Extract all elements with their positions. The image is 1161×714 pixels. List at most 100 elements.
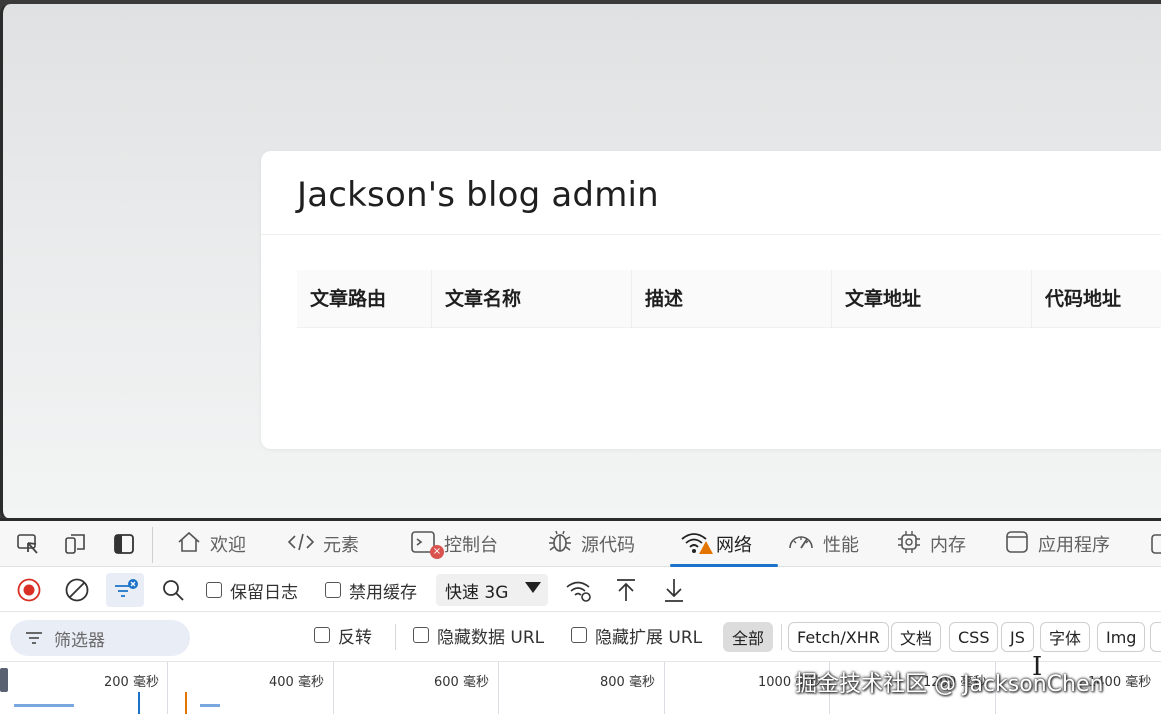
gauge-icon: [787, 529, 815, 560]
timeline-handle[interactable]: [0, 668, 8, 692]
filter-type-more[interactable]: [1150, 622, 1161, 652]
warning-icon: [699, 540, 713, 554]
app-window-icon: [1004, 529, 1030, 560]
inspect-element-icon[interactable]: [14, 530, 42, 558]
throttling-select[interactable]: 快速 3G: [436, 574, 548, 606]
checkbox-box: [206, 582, 222, 598]
tab-label: 欢迎: [210, 535, 246, 556]
tab-label: 内存: [930, 535, 966, 556]
filter-placeholder: 筛选器: [54, 630, 105, 651]
hide-extension-urls-checkbox[interactable]: 隐藏扩展 URL: [571, 620, 702, 650]
checkbox-box: [413, 627, 429, 643]
filter-type-css[interactable]: CSS: [949, 622, 999, 652]
export-har-button[interactable]: [661, 575, 687, 605]
clear-button[interactable]: [64, 575, 90, 605]
filter-type-font[interactable]: 字体: [1040, 622, 1091, 652]
timeline-tick-label: 400 毫秒: [269, 675, 324, 690]
dock-side-icon[interactable]: [110, 530, 138, 558]
card-divider: [261, 234, 1161, 235]
import-har-button[interactable]: [613, 575, 639, 605]
watermark: 掘金技术社区 @ JacksonChen: [795, 672, 1104, 697]
column-header-article-url[interactable]: 文章地址: [832, 270, 1032, 328]
timeline-bar: [200, 704, 220, 707]
filter-type-fetch-xhr[interactable]: Fetch/XHR: [788, 622, 889, 652]
timeline-tick-label: 800 毫秒: [600, 675, 655, 690]
filter-type-img[interactable]: Img: [1097, 622, 1146, 652]
bug-icon: [547, 529, 573, 560]
console-icon: ×: [410, 529, 444, 560]
filter-lines-icon: [115, 579, 138, 597]
page-viewport: Jackson's blog admin 文章路由 文章名称 描述 文章地址 代…: [0, 4, 1161, 518]
screen: Jackson's blog admin 文章路由 文章名称 描述 文章地址 代…: [0, 0, 1161, 714]
checkbox-box: [325, 582, 341, 598]
hide-data-urls-label: 隐藏数据 URL: [437, 627, 545, 648]
devtools-tabbar: 欢迎 元素 × 控制台 源代码 网络 性能 内存 应用程序: [0, 518, 1161, 567]
tab-label: 应用程序: [1038, 535, 1110, 556]
network-conditions-button[interactable]: [565, 575, 593, 605]
checkbox-box: [571, 627, 587, 643]
tab-label: 元素: [323, 535, 359, 556]
error-badge-icon: ×: [430, 544, 444, 559]
timeline-marker: [138, 692, 140, 714]
disable-cache-label: 禁用缓存: [349, 582, 417, 603]
timeline-tick-label: 200 毫秒: [104, 675, 159, 690]
column-header-route[interactable]: 文章路由: [297, 270, 432, 328]
network-filterbar: 筛选器 反转 隐藏数据 URL 隐藏扩展 URL 全部 Fetch/XHR 文档…: [0, 612, 1161, 662]
preserve-log-label: 保留日志: [230, 582, 298, 603]
tab-application[interactable]: 应用程序: [1004, 521, 1110, 567]
wifi-warning-icon: [680, 529, 713, 560]
tabbar-separator: [152, 527, 153, 563]
home-icon: [176, 529, 202, 560]
text-cursor-icon: I: [1032, 652, 1043, 682]
tab-welcome[interactable]: 欢迎: [176, 521, 246, 567]
timeline-bar: [14, 704, 74, 707]
tab-sources[interactable]: 源代码: [547, 521, 635, 567]
tab-label: 网络: [716, 535, 752, 556]
preserve-log-checkbox[interactable]: 保留日志: [206, 575, 298, 605]
record-button[interactable]: [16, 575, 42, 605]
timeline-tick-label: 600 毫秒: [434, 675, 489, 690]
wifi-settings-icon: [566, 581, 591, 602]
device-toolbar-icon[interactable]: [62, 530, 90, 558]
filter-separator: [781, 624, 782, 650]
column-header-code-url[interactable]: 代码地址: [1032, 270, 1161, 328]
filter-type-js[interactable]: JS: [1001, 622, 1034, 652]
filter-type-all[interactable]: 全部: [723, 622, 774, 652]
filter-icon: [26, 632, 42, 644]
tab-label: 源代码: [581, 535, 635, 556]
more-tabs-icon[interactable]: [1148, 521, 1161, 567]
timeline-gridline: [664, 662, 665, 714]
tab-console[interactable]: × 控制台: [410, 521, 498, 567]
timeline-gridline: [333, 662, 334, 714]
tab-label: 控制台: [444, 535, 498, 556]
tab-elements[interactable]: 元素: [287, 521, 359, 567]
filter-separator: [395, 624, 396, 650]
download-icon: [665, 579, 683, 602]
table-header: 文章路由 文章名称 描述 文章地址 代码地址: [297, 270, 1161, 328]
tab-label: 性能: [823, 535, 859, 556]
chevron-down-icon: [525, 582, 541, 593]
tab-performance[interactable]: 性能: [787, 521, 859, 567]
code-icon: [287, 529, 315, 560]
filter-toggle-button[interactable]: [106, 573, 144, 607]
timeline-gridline: [167, 662, 168, 714]
record-icon: [17, 578, 41, 602]
invert-checkbox[interactable]: 反转: [314, 620, 372, 650]
chip-icon: [896, 529, 922, 560]
invert-label: 反转: [338, 627, 372, 648]
tab-network[interactable]: 网络: [680, 521, 752, 567]
hide-data-urls-checkbox[interactable]: 隐藏数据 URL: [413, 620, 544, 650]
search-button[interactable]: [160, 575, 186, 605]
column-header-description[interactable]: 描述: [632, 270, 832, 328]
checkbox-box: [314, 627, 330, 643]
filter-type-doc[interactable]: 文档: [891, 622, 942, 652]
timeline-marker: [185, 692, 187, 714]
filter-input[interactable]: 筛选器: [10, 620, 190, 656]
upload-icon: [617, 579, 635, 601]
disable-cache-checkbox[interactable]: 禁用缓存: [325, 575, 417, 605]
timeline-gridline: [498, 662, 499, 714]
tab-memory[interactable]: 内存: [896, 521, 966, 567]
page-title: Jackson's blog admin: [297, 175, 659, 215]
throttling-value: 快速 3G: [445, 582, 509, 603]
column-header-name[interactable]: 文章名称: [432, 270, 632, 328]
